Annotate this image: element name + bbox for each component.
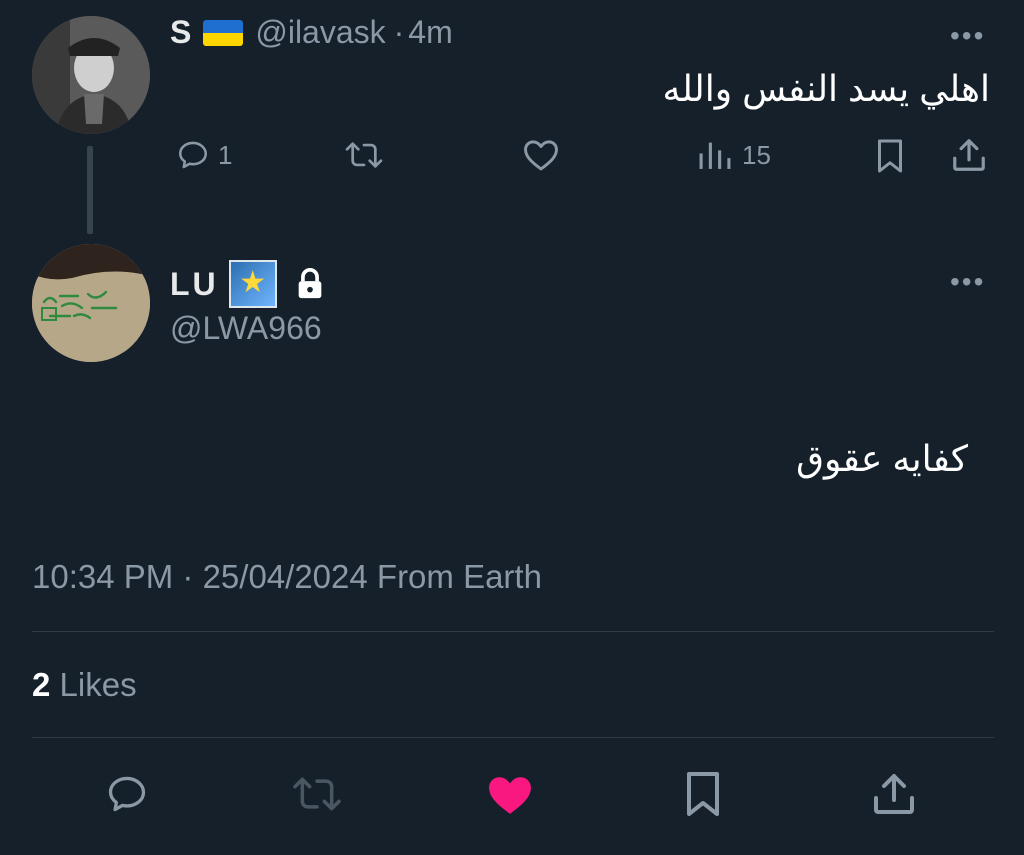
retweet-button[interactable]: [344, 138, 384, 172]
main-share-button[interactable]: [870, 770, 918, 818]
parent-tweet-header: S @ilavask · 4m: [170, 14, 453, 51]
share-button[interactable]: [950, 136, 988, 174]
main-more-options-icon[interactable]: •••: [950, 266, 985, 298]
like-button[interactable]: [522, 138, 560, 172]
main-handle[interactable]: @LWA966: [170, 310, 322, 347]
likes-label: Likes: [59, 666, 137, 703]
reply-count: 1: [218, 139, 233, 170]
parent-time-ago[interactable]: 4m: [408, 14, 452, 51]
main-display-name[interactable]: LU: [170, 266, 219, 303]
heart-filled-icon: [489, 777, 531, 814]
parent-tweet-text: اهلي يسد النفس والله: [662, 68, 990, 109]
views-count: 15: [742, 139, 771, 170]
thread-connector-line: [87, 146, 93, 234]
main-tweet-text: كفايه عقوق: [796, 438, 968, 479]
bookmark-icon: [687, 772, 719, 816]
retweet-icon: [293, 777, 341, 811]
likes-count: 2: [32, 666, 51, 703]
reply-icon: [178, 141, 208, 169]
parent-display-name[interactable]: S: [170, 14, 191, 51]
header-separator: ·: [393, 14, 405, 50]
main-reply-button[interactable]: [104, 772, 150, 816]
tweet-timestamp[interactable]: 10:34 PM · 25/04/2024 From Earth: [32, 558, 542, 596]
divider-top: [32, 631, 994, 632]
likes-summary[interactable]: 2 Likes: [32, 666, 137, 704]
main-bookmark-button[interactable]: [682, 770, 724, 818]
graffiti-wall-photo-icon: [32, 244, 150, 362]
analytics-bars-icon: [699, 142, 731, 169]
retweet-icon: [345, 142, 383, 168]
ukraine-flag-icon: [203, 19, 244, 46]
main-retweet-button-disabled[interactable]: [290, 772, 344, 816]
bookmark-icon: [878, 139, 902, 173]
share-icon: [953, 139, 985, 171]
divider-bottom: [32, 737, 994, 738]
lock-icon: [298, 268, 321, 299]
bookmark-button[interactable]: [874, 138, 906, 174]
main-tweet-header: LU ★: [170, 260, 325, 308]
share-icon: [874, 774, 914, 814]
views-button[interactable]: 15: [696, 138, 771, 172]
star-badge-icon: ★: [228, 260, 277, 308]
parent-avatar[interactable]: [32, 16, 150, 134]
person-photo-icon: [32, 16, 150, 134]
parent-handle[interactable]: @ilavask: [255, 14, 385, 51]
main-avatar[interactable]: [32, 244, 150, 362]
reply-icon: [108, 776, 146, 812]
main-like-button-active[interactable]: [484, 772, 536, 818]
heart-outline-icon: [524, 140, 558, 171]
parent-more-options-icon[interactable]: •••: [950, 20, 985, 52]
reply-button[interactable]: 1: [176, 138, 232, 172]
